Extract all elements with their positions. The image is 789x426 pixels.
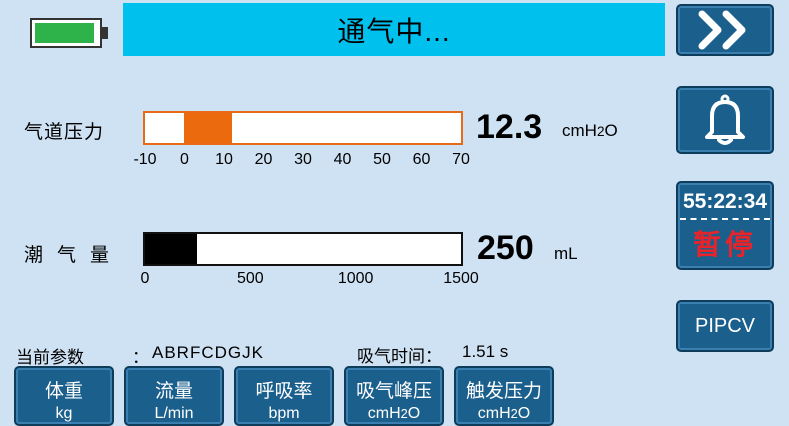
pause-timer-button[interactable]: 55:22:34 暂停	[676, 181, 774, 270]
inspiratory-time-label: 吸气时间：	[357, 347, 442, 366]
pressure-tick: 40	[333, 151, 352, 168]
pressure-tick: 60	[412, 151, 431, 168]
volume-tick: 1000	[337, 270, 374, 287]
pressure-unit: cmH2O	[562, 121, 618, 140]
inspiratory-time-value: 1.51 s	[462, 342, 509, 361]
volume-tick: 1500	[443, 270, 479, 287]
weight-button[interactable]: 体重 kg	[14, 366, 114, 426]
weight-button-label: 体重	[44, 381, 83, 402]
weight-button-unit: kg	[55, 405, 73, 422]
mode-button[interactable]: PIPCV	[676, 300, 774, 352]
battery-icon	[30, 18, 102, 48]
current-params-value: ABRFCDGJK	[152, 343, 264, 362]
flow-button-unit: L/min	[154, 405, 194, 422]
pressure-value: 12.3	[476, 108, 543, 146]
battery-level-fill	[35, 23, 95, 43]
flow-button-label: 流量	[154, 381, 193, 402]
volume-tick: 0	[140, 270, 150, 287]
current-params-label: 当前参数	[16, 348, 84, 367]
trigger-pressure-button[interactable]: 触发压力 cmH2O	[454, 366, 554, 426]
tidal-volume-bar-fill	[145, 234, 197, 264]
current-params-colon: ：	[132, 348, 149, 367]
respiratory-rate-button-label: 呼吸率	[255, 381, 313, 402]
tidal-volume-value: 250	[477, 229, 534, 267]
pressure-tick: 0	[180, 151, 189, 168]
mode-label: PIPCV	[694, 314, 756, 337]
pressure-bar	[143, 111, 463, 145]
pressure-tick: 70	[452, 151, 470, 168]
next-button[interactable]	[676, 4, 774, 56]
flow-button[interactable]: 流量 L/min	[124, 366, 224, 426]
pressure-tick: 50	[373, 151, 391, 168]
tidal-volume-unit: mL	[554, 244, 578, 263]
status-bar: 通气中...	[123, 3, 665, 56]
alarm-button[interactable]	[676, 86, 774, 154]
peak-pressure-button-label: 吸气峰压	[355, 381, 432, 402]
pressure-tick: -10	[133, 151, 157, 168]
tidal-volume-label: 潮气量	[24, 245, 124, 266]
pressure-tick: 30	[294, 151, 312, 168]
respiratory-rate-button[interactable]: 呼吸率 bpm	[234, 366, 334, 426]
double-chevron-right-icon	[698, 10, 746, 50]
respiratory-rate-button-unit: bpm	[268, 405, 300, 422]
bell-icon	[705, 94, 745, 145]
tidal-volume-bar	[143, 232, 463, 266]
battery-tip	[102, 27, 108, 39]
trigger-pressure-button-unit: cmH2O	[477, 405, 531, 422]
pressure-tick: 20	[254, 151, 273, 168]
volume-tick: 500	[236, 270, 264, 287]
pause-label: 暂停	[692, 229, 757, 260]
pressure-bar-fill	[184, 113, 232, 143]
timer-divider	[680, 218, 770, 220]
trigger-pressure-button-label: 触发压力	[465, 381, 542, 402]
timer-time: 55:22:34	[682, 190, 768, 213]
pressure-tick: 10	[215, 151, 233, 168]
peak-pressure-button-unit: cmH2O	[367, 405, 421, 422]
status-text: 通气中...	[337, 15, 451, 47]
pressure-label: 气道压力	[24, 122, 105, 143]
peak-pressure-button[interactable]: 吸气峰压 cmH2O	[344, 366, 444, 426]
